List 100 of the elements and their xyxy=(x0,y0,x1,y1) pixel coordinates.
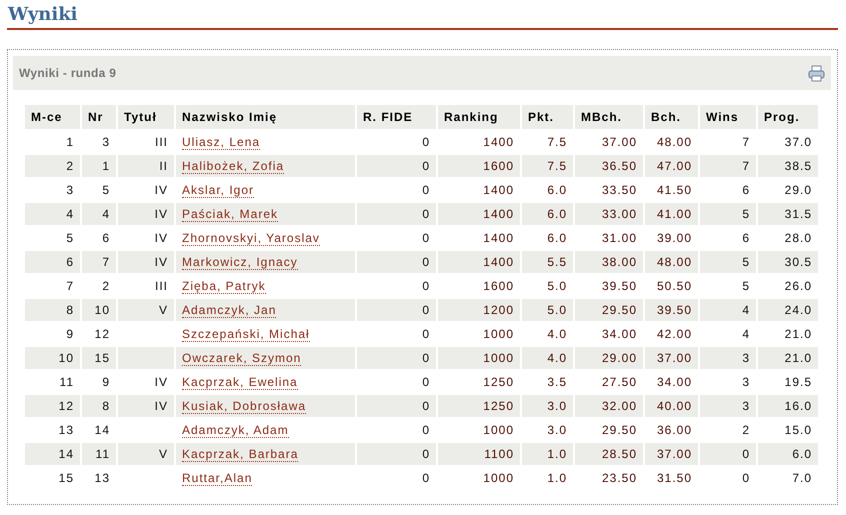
table-cell: 0 xyxy=(422,255,430,269)
table-cell: 1400 xyxy=(483,255,514,269)
table-cell: V xyxy=(158,447,168,461)
player-link[interactable]: Kacprzak, Ewelina xyxy=(182,375,298,390)
table-cell: 7.0 xyxy=(792,471,812,485)
table-cell: 4 xyxy=(742,303,750,317)
table-cell: 41.00 xyxy=(656,207,692,221)
table-cell: III xyxy=(154,135,168,149)
table-cell: 6.0 xyxy=(547,183,567,197)
table-cell: 7 xyxy=(742,159,750,173)
table-cell: 27.50 xyxy=(602,375,637,389)
table-cell: 31.5 xyxy=(784,207,812,221)
table-cell: 33.50 xyxy=(602,183,637,197)
player-link[interactable]: Zięba, Patryk xyxy=(182,279,266,294)
table-cell: 7.5 xyxy=(547,135,567,149)
table-cell: 14 xyxy=(58,447,74,461)
table-cell: 0 xyxy=(422,207,430,221)
player-link[interactable]: Akslar, Igor xyxy=(182,183,254,198)
table-cell: 6 xyxy=(102,231,110,245)
player-link[interactable]: Uliasz, Lena xyxy=(182,135,260,150)
table-cell: III xyxy=(154,279,168,293)
table-cell: 4 xyxy=(66,207,74,221)
column-header: Nazwisko Imię xyxy=(176,105,355,129)
player-link[interactable]: Adamczyk, Adam xyxy=(182,423,289,438)
table-cell: 39.00 xyxy=(656,231,692,245)
table-cell: 29.00 xyxy=(602,351,637,365)
table-cell: 10 xyxy=(58,351,74,365)
table-cell: 37.00 xyxy=(656,447,692,461)
table-cell: 1.0 xyxy=(547,471,567,485)
table-cell: 0 xyxy=(742,447,750,461)
table-cell: 3.0 xyxy=(547,423,567,437)
table-cell: 11 xyxy=(96,447,110,461)
column-header: M-ce xyxy=(25,105,80,129)
player-link[interactable]: Szczepański, Michał xyxy=(182,327,310,342)
table-cell: 3.0 xyxy=(547,399,567,413)
table-cell: 6 xyxy=(742,183,750,197)
table-cell: 3 xyxy=(742,399,750,413)
column-header: Bch. xyxy=(645,105,698,129)
table-cell: 5 xyxy=(742,255,750,269)
column-header: Ranking xyxy=(438,105,520,129)
table-cell: 0 xyxy=(422,447,430,461)
table-cell: 2 xyxy=(66,159,74,173)
table-cell: 3 xyxy=(742,351,750,365)
printer-icon[interactable] xyxy=(808,64,825,82)
table-cell: 9 xyxy=(66,327,74,341)
table-cell: 40.00 xyxy=(656,399,692,413)
table-cell: 1250 xyxy=(483,399,514,413)
table-cell: 0 xyxy=(742,471,750,485)
table-cell: 23.50 xyxy=(602,471,637,485)
table-cell: 6 xyxy=(66,255,74,269)
table-cell: 37.0 xyxy=(784,135,812,149)
table-cell: 21.0 xyxy=(784,327,812,341)
table-cell: 7 xyxy=(66,279,74,293)
table-cell: IV xyxy=(154,399,168,413)
column-header: Pkt. xyxy=(522,105,573,129)
table-cell: 0 xyxy=(422,159,430,173)
table-cell: 1200 xyxy=(483,303,514,317)
table-cell: 12 xyxy=(58,399,74,413)
table-cell: 16.0 xyxy=(784,399,812,413)
table-cell: 38.00 xyxy=(602,255,637,269)
table-cell: 0 xyxy=(422,351,430,365)
table-cell: 37.00 xyxy=(656,351,692,365)
page-title: Wyniki xyxy=(7,4,79,27)
player-link[interactable]: Zhornovskyi, Yaroslav xyxy=(182,231,320,246)
player-link[interactable]: Ruttar,Alan xyxy=(182,471,252,486)
table-cell: 1 xyxy=(102,159,110,173)
table-cell: 50.50 xyxy=(656,279,692,293)
table-cell: 11 xyxy=(60,375,74,389)
table-cell: 5 xyxy=(102,183,110,197)
table-cell: 37.00 xyxy=(602,135,637,149)
table-cell: 6.0 xyxy=(547,207,567,221)
table-cell: IV xyxy=(154,375,168,389)
table-cell: IV xyxy=(154,183,168,197)
table-cell: 8 xyxy=(102,399,110,413)
table-cell: 5.5 xyxy=(547,255,567,269)
table-cell: 3.5 xyxy=(547,375,567,389)
table-cell: 13 xyxy=(94,471,110,485)
table-cell: 5.0 xyxy=(547,279,567,293)
table-cell: 1.0 xyxy=(547,447,567,461)
table-cell: 5 xyxy=(742,207,750,221)
column-header: Prog. xyxy=(758,105,818,129)
table-cell: 21.0 xyxy=(784,351,812,365)
table-cell: 36.50 xyxy=(602,159,637,173)
table-cell: 0 xyxy=(422,399,430,413)
table-cell: 42.00 xyxy=(656,327,692,341)
column-header: R. FIDE xyxy=(357,105,436,129)
table-cell: 38.5 xyxy=(784,159,812,173)
table-cell: 6 xyxy=(742,231,750,245)
table-cell: 9 xyxy=(102,375,110,389)
table-cell: 1600 xyxy=(483,159,514,173)
table-cell: 30.5 xyxy=(784,255,812,269)
panel-title: Wyniki - runda 9 xyxy=(19,66,116,80)
table-cell: 34.00 xyxy=(656,375,692,389)
table-cell: 1000 xyxy=(483,327,514,341)
table-cell: 4.0 xyxy=(547,327,567,341)
table-cell: 1400 xyxy=(483,231,514,245)
table-cell: 39.50 xyxy=(656,303,692,317)
column-header: Tytuł xyxy=(118,105,174,129)
table-cell: 12 xyxy=(94,327,110,341)
column-header: Wins xyxy=(700,105,756,129)
